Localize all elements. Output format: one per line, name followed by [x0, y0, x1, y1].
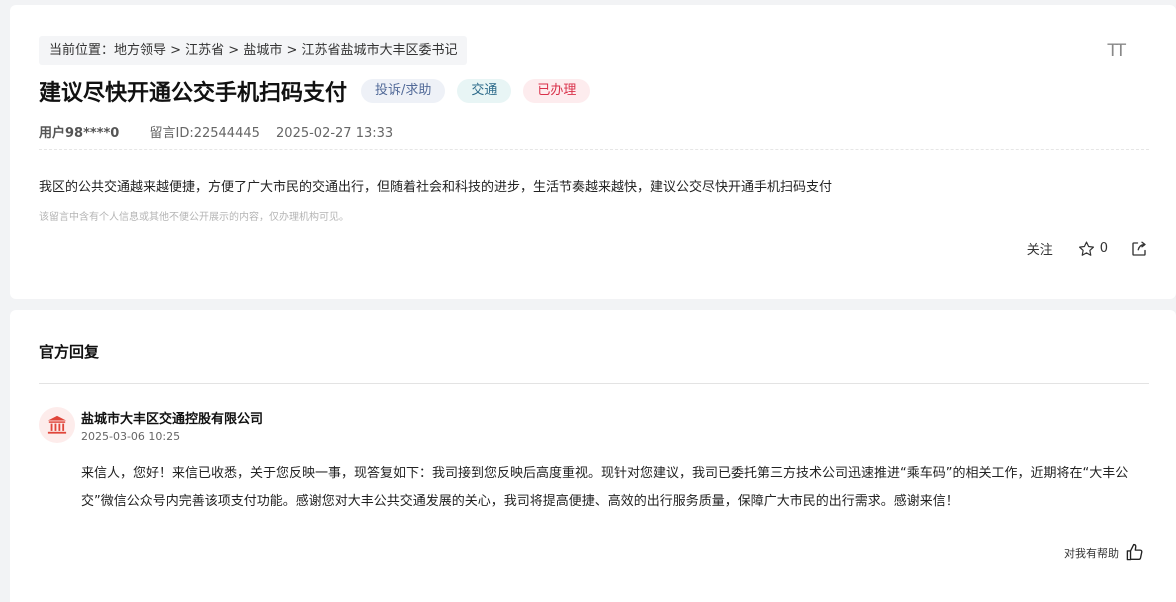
divider [39, 149, 1149, 150]
thumbs-up-icon [1126, 543, 1143, 561]
message-meta: 用户98****0 留言ID:22544445 2025-02-27 13:33 [39, 122, 393, 141]
helpful-button[interactable]: 对我有帮助 [1064, 543, 1144, 562]
reply-section-title: 官方回复 [39, 343, 100, 361]
title-row: 建议尽快开通公交手机扫码支付 投诉/求助 交通 已办理 [39, 75, 602, 107]
avatar [39, 407, 75, 443]
message-id: 留言ID:22544445 [149, 126, 260, 141]
reply-card: 官方回复 盐城市大丰区交通控股有限公司 2025-03-06 10:25 来信人… [10, 310, 1176, 602]
reply-time: 2025-03-06 10:25 [81, 430, 181, 443]
divider [39, 383, 1149, 384]
message-datetime: 2025-02-27 13:33 [276, 126, 394, 141]
helpful-label: 对我有帮助 [1064, 546, 1119, 560]
page-title: 建议尽快开通公交手机扫码支付 [39, 81, 348, 106]
type-tag: 投诉/求助 [361, 79, 446, 103]
user-name: 用户98****0 [39, 126, 120, 141]
font-size-icon[interactable]: TT [1108, 41, 1127, 61]
share-icon [1132, 241, 1146, 256]
message-actions: 关注 0 [1027, 239, 1148, 258]
breadcrumb[interactable]: 当前位置：地方领导 > 江苏省 > 盐城市 > 江苏省盐城市大丰区委书记 [39, 36, 468, 65]
reply-text: 来信人，您好！来信已收悉，关于您反映一事，现答复如下：我司接到您反映后高度重视。… [81, 466, 1129, 509]
follow-button[interactable]: 关注 [1027, 239, 1053, 258]
share-button[interactable] [1130, 240, 1148, 258]
message-card: 当前位置：地方领导 > 江苏省 > 盐城市 > 江苏省盐城市大丰区委书记 TT … [10, 5, 1176, 299]
message-content: 我区的公共交通越来越便捷，方便了广大市民的交通出行，但随着社会和科技的进步，生活… [39, 180, 833, 195]
star-icon [1078, 241, 1094, 256]
privacy-notice: 该留言中含有个人信息或其他不便公开展示的内容，仅办理机构可见。 [39, 212, 349, 223]
reply-org-name: 盐城市大丰区交通控股有限公司 [81, 412, 264, 427]
government-building-icon [47, 415, 67, 434]
status-badge: 已办理 [523, 79, 591, 103]
favorite-count: 0 [1099, 241, 1108, 256]
favorite-button[interactable]: 0 [1077, 240, 1108, 258]
domain-tag: 交通 [457, 79, 512, 103]
